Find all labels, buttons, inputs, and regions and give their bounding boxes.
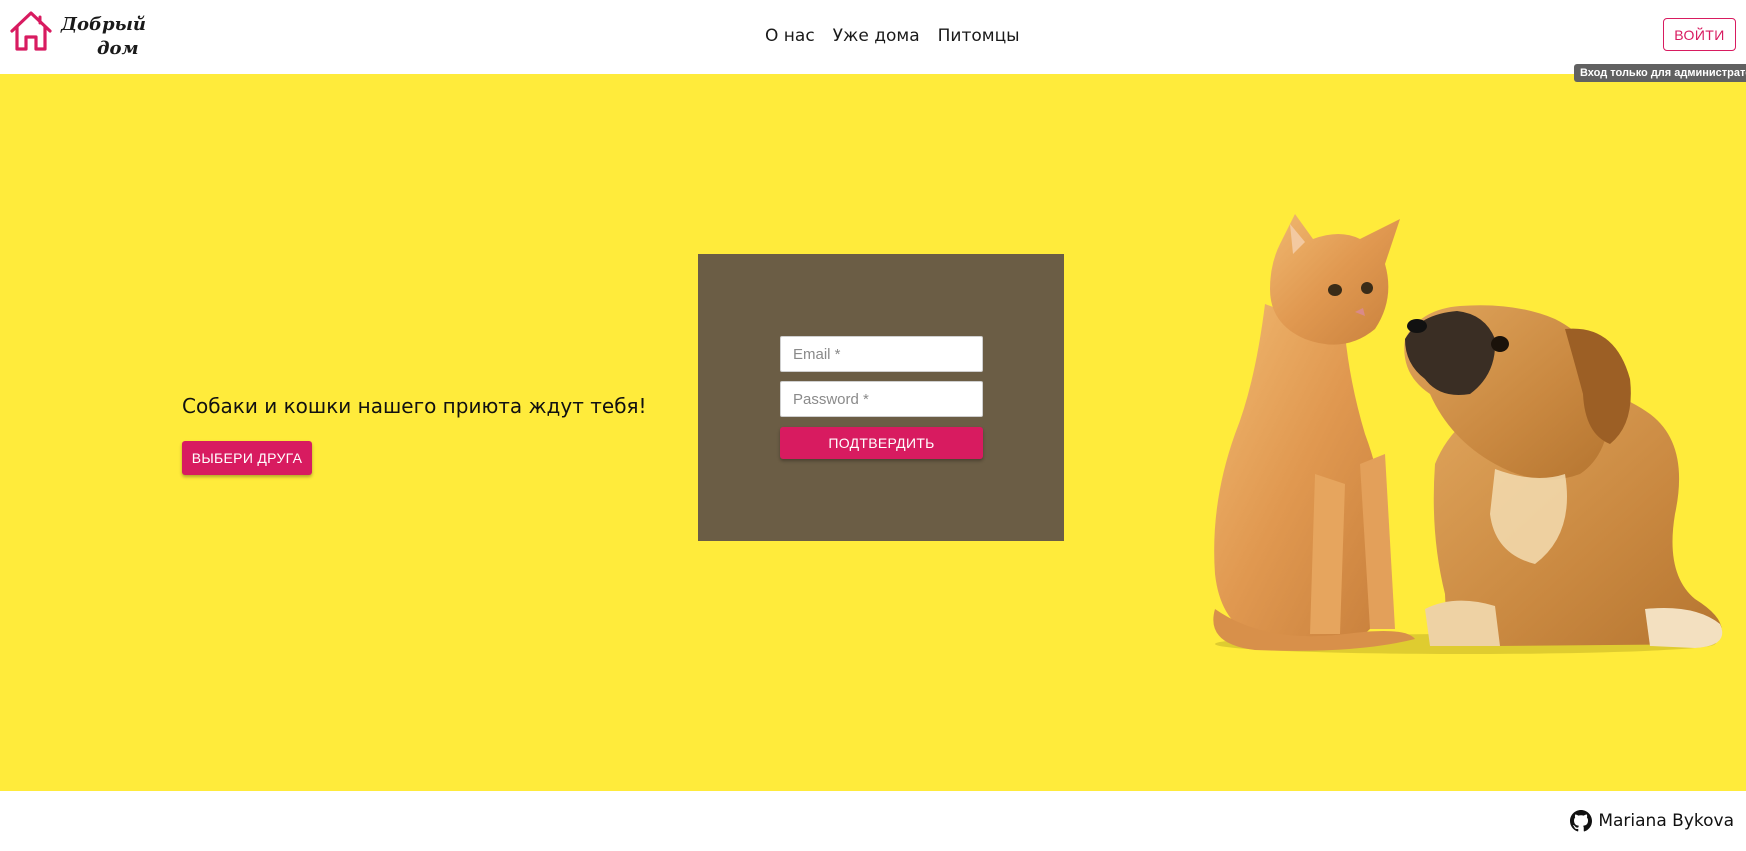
main-nav: О нас Уже дома Питомцы [765, 23, 1020, 49]
nav-link-pets[interactable]: Питомцы [938, 23, 1020, 49]
app-header: Добрый дом О нас Уже дома Питомцы ВОЙТИ [0, 0, 1746, 74]
logo-text-line2: дом [97, 38, 139, 59]
github-icon [1570, 810, 1593, 832]
password-placeholder: Password * [793, 390, 869, 408]
nav-link-about[interactable]: О нас [765, 23, 815, 49]
author-name: Mariana Bykova [1598, 811, 1734, 831]
house-icon [10, 11, 52, 51]
choose-friend-button[interactable]: ВЫБЕРИ ДРУГА [182, 441, 312, 475]
login-button[interactable]: ВОЙТИ [1663, 18, 1736, 51]
page-footer: Mariana Bykova [0, 791, 1746, 851]
author-link[interactable]: Mariana Bykova [1570, 810, 1734, 832]
admin-login-form: Email * Password * ПОДТВЕРДИТЬ [698, 254, 1064, 541]
logo-text: Добрый дом [61, 13, 146, 61]
hero-title: Собаки и кошки нашего приюта ждут тебя! [182, 394, 647, 418]
logo-text-line1: Добрый [61, 14, 146, 35]
hero-section: Собаки и кошки нашего приюта ждут тебя! … [0, 74, 1746, 791]
email-field[interactable]: Email * [780, 336, 983, 372]
email-placeholder: Email * [793, 345, 841, 363]
logo[interactable]: Добрый дом [9, 10, 146, 60]
kitten-and-puppy-image [1213, 214, 1723, 654]
password-field[interactable]: Password * [780, 381, 983, 417]
login-tooltip: Вход только для администратора [1574, 64, 1746, 82]
nav-link-already-home[interactable]: Уже дома [833, 23, 920, 49]
submit-button[interactable]: ПОДТВЕРДИТЬ [780, 427, 983, 459]
